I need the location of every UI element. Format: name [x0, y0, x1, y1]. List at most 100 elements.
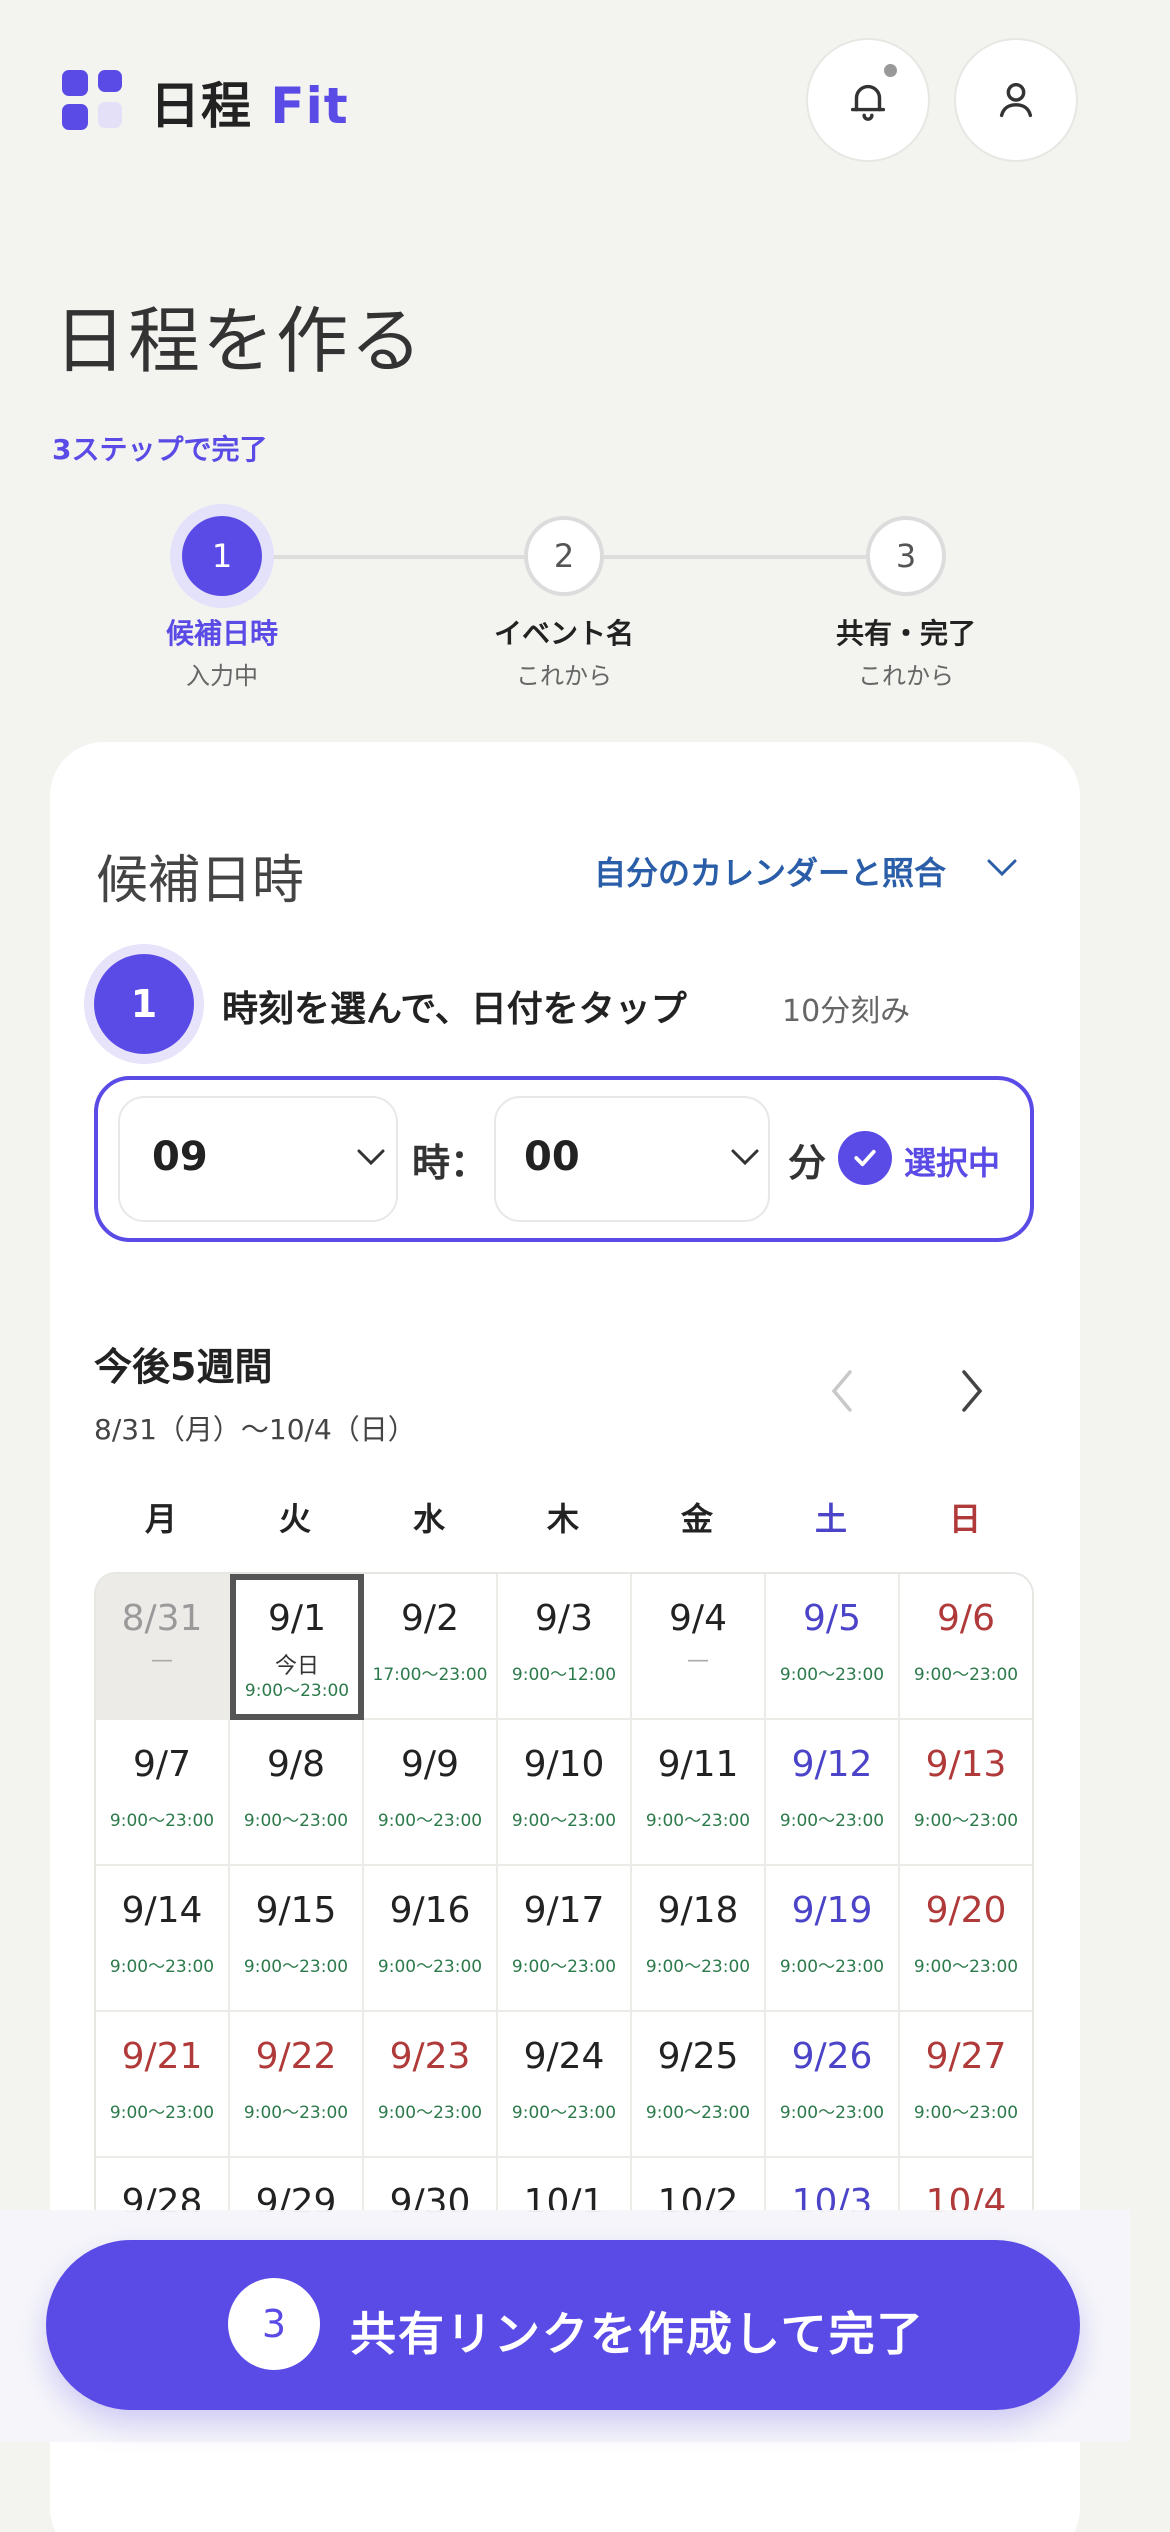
calendar-day-cell[interactable]: 9/7 9:00〜23:00 — [96, 1720, 230, 1866]
day-date: 9/7 — [133, 1744, 191, 1785]
calendar-day-cell[interactable]: 9/4 — — [632, 1574, 766, 1720]
step-2-number[interactable]: 2 — [524, 516, 604, 596]
step-3-status: これから — [858, 662, 954, 690]
no-availability: — — [687, 1648, 709, 1673]
step-1-label: 候補日時 — [165, 617, 278, 650]
calendar-day-cell[interactable]: 9/10 9:00〜23:00 — [498, 1720, 632, 1866]
calendar-day-cell[interactable]: 9/22 9:00〜23:00 — [230, 2012, 364, 2158]
calendar-day-cell[interactable]: 9/25 9:00〜23:00 — [632, 2012, 766, 2158]
day-date: 9/29 — [255, 2182, 337, 2212]
brand-name: 日程 Fit — [150, 66, 349, 138]
available-time: 9:00〜23:00 — [377, 1957, 483, 1977]
day-date: 9/3 — [535, 1598, 593, 1639]
day-date: 9/22 — [255, 2036, 337, 2077]
calendar-day-cell[interactable]: 9/27 9:00〜23:00 — [900, 2012, 1032, 2158]
no-availability: — — [151, 1648, 173, 1673]
calendar-day-cell[interactable]: 10/4 — [900, 2158, 1032, 2212]
day-date: 9/26 — [791, 2036, 873, 2077]
calendar-day-cell[interactable]: 9/6 9:00〜23:00 — [900, 1574, 1032, 1720]
weekday-wed: 水 — [412, 1500, 445, 1538]
day-date: 10/3 — [791, 2182, 873, 2212]
chevron-down-icon[interactable] — [986, 858, 1018, 878]
day-date: 9/2 — [401, 1598, 459, 1639]
day-date: 9/4 — [669, 1598, 727, 1639]
weekday-thu: 木 — [546, 1500, 579, 1538]
available-time: 9:00〜23:00 — [511, 1811, 617, 1831]
available-time: 9:00〜23:00 — [645, 2103, 751, 2123]
substep-instruction: 時刻を選んで、日付をタップ — [222, 989, 687, 1030]
available-time: 9:00〜23:00 — [913, 2103, 1019, 2123]
calendar-day-cell[interactable]: 9/26 9:00〜23:00 — [766, 2012, 900, 2158]
calendar-day-cell[interactable]: 9/29 — [230, 2158, 364, 2212]
calendar-day-cell[interactable]: 9/1 今日 9:00〜23:00 — [230, 1574, 364, 1720]
available-time: 9:00〜23:00 — [511, 1957, 617, 1977]
available-time: 9:00〜23:00 — [913, 1957, 1019, 1977]
stepper-line — [262, 555, 524, 559]
page-title: 日程を作る — [54, 299, 425, 383]
available-time: 9:00〜23:00 — [779, 1811, 885, 1831]
day-date: 9/21 — [121, 2036, 203, 2077]
calendar-day-cell[interactable]: 9/13 9:00〜23:00 — [900, 1720, 1032, 1866]
step-2-label: イベント名 — [493, 617, 634, 650]
available-time: 17:00〜23:00 — [372, 1665, 488, 1685]
day-date: 9/8 — [267, 1744, 325, 1785]
calendar-day-cell[interactable]: 9/9 9:00〜23:00 — [364, 1720, 498, 1866]
available-time: 9:00〜23:00 — [377, 2103, 483, 2123]
calendar-day-cell[interactable]: 9/30 — [364, 2158, 498, 2212]
calendar-day-cell[interactable]: 9/16 9:00〜23:00 — [364, 1866, 498, 2012]
day-date: 9/9 — [401, 1744, 459, 1785]
calendar-day-cell[interactable]: 9/19 9:00〜23:00 — [766, 1866, 900, 2012]
calendar-day-cell[interactable]: 9/17 9:00〜23:00 — [498, 1866, 632, 2012]
step-1-number[interactable]: 1 — [182, 516, 262, 596]
calendar-day-cell[interactable]: 9/5 9:00〜23:00 — [766, 1574, 900, 1720]
chevron-right-icon[interactable] — [952, 1366, 992, 1416]
stepper-line — [604, 555, 866, 559]
calendar-day-cell[interactable]: 9/24 9:00〜23:00 — [498, 2012, 632, 2158]
brand-accent: Fit — [270, 77, 349, 135]
weekday-sat: 土 — [814, 1500, 847, 1538]
calendar-day-cell[interactable]: 9/28 — [96, 2158, 230, 2212]
step-1-status: 入力中 — [186, 662, 258, 690]
period-title: 今後5週間 — [94, 1345, 273, 1389]
chevron-left-icon[interactable] — [822, 1366, 862, 1416]
selected-status: 選択中 — [904, 1144, 1001, 1182]
day-date: 9/20 — [925, 1890, 1007, 1931]
calendar-day-cell[interactable]: 10/2 — [632, 2158, 766, 2212]
calendar-day-cell[interactable]: 9/2 17:00〜23:00 — [364, 1574, 498, 1720]
calendar-day-cell[interactable]: 9/21 9:00〜23:00 — [96, 2012, 230, 2158]
bell-icon — [850, 84, 886, 121]
step-2-status: これから — [516, 662, 612, 690]
weekday-mon: 月 — [144, 1500, 177, 1538]
calendar-day-cell[interactable]: 9/20 9:00〜23:00 — [900, 1866, 1032, 2012]
calendar-day-cell[interactable]: 9/18 9:00〜23:00 — [632, 1866, 766, 2012]
profile-button[interactable] — [954, 38, 1078, 162]
page: 日程 Fit 日程を作る 3ステップで完了 1 候補日時 入力中 2 イベント名… — [0, 0, 1170, 2532]
available-time: 9:00〜23:00 — [779, 2103, 885, 2123]
chevron-down-icon — [731, 1149, 759, 1166]
available-time: 9:00〜23:00 — [913, 1665, 1019, 1685]
cta-label: 共有リンクを作成して完了 — [350, 2307, 925, 2361]
notification-button[interactable] — [806, 38, 930, 162]
calendar-day-cell[interactable]: 9/12 9:00〜23:00 — [766, 1720, 900, 1866]
calendar-day-cell[interactable]: 10/3 — [766, 2158, 900, 2212]
calendar-day-cell[interactable]: 9/11 9:00〜23:00 — [632, 1720, 766, 1866]
card-title: 候補日時 — [96, 851, 305, 911]
cta-step-number: 3 — [228, 2278, 320, 2370]
steps-caption: 3ステップで完了 — [52, 433, 268, 466]
available-time: 9:00〜23:00 — [913, 1811, 1019, 1831]
minute-value: 00 — [524, 1134, 580, 1180]
brand-main: 日程 — [150, 77, 252, 135]
calendar-day-cell[interactable]: 9/3 9:00〜12:00 — [498, 1574, 632, 1720]
calendar-day-cell[interactable]: 10/1 — [498, 2158, 632, 2212]
available-time: 9:00〜23:00 — [645, 1957, 751, 1977]
available-time: 9:00〜12:00 — [511, 1665, 617, 1685]
calendar-day-cell[interactable]: 9/14 9:00〜23:00 — [96, 1866, 230, 2012]
step-3-number[interactable]: 3 — [866, 516, 946, 596]
substep-number: 1 — [94, 954, 194, 1054]
calendar-day-cell[interactable]: 9/23 9:00〜23:00 — [364, 2012, 498, 2158]
calendar-sync-toggle[interactable]: 自分のカレンダーと照合 — [594, 848, 946, 894]
calendar-day-cell[interactable]: 9/15 9:00〜23:00 — [230, 1866, 364, 2012]
calendar-day-cell[interactable]: 9/8 9:00〜23:00 — [230, 1720, 364, 1866]
available-time: 9:00〜23:00 — [243, 2103, 349, 2123]
check-icon — [838, 1131, 892, 1185]
